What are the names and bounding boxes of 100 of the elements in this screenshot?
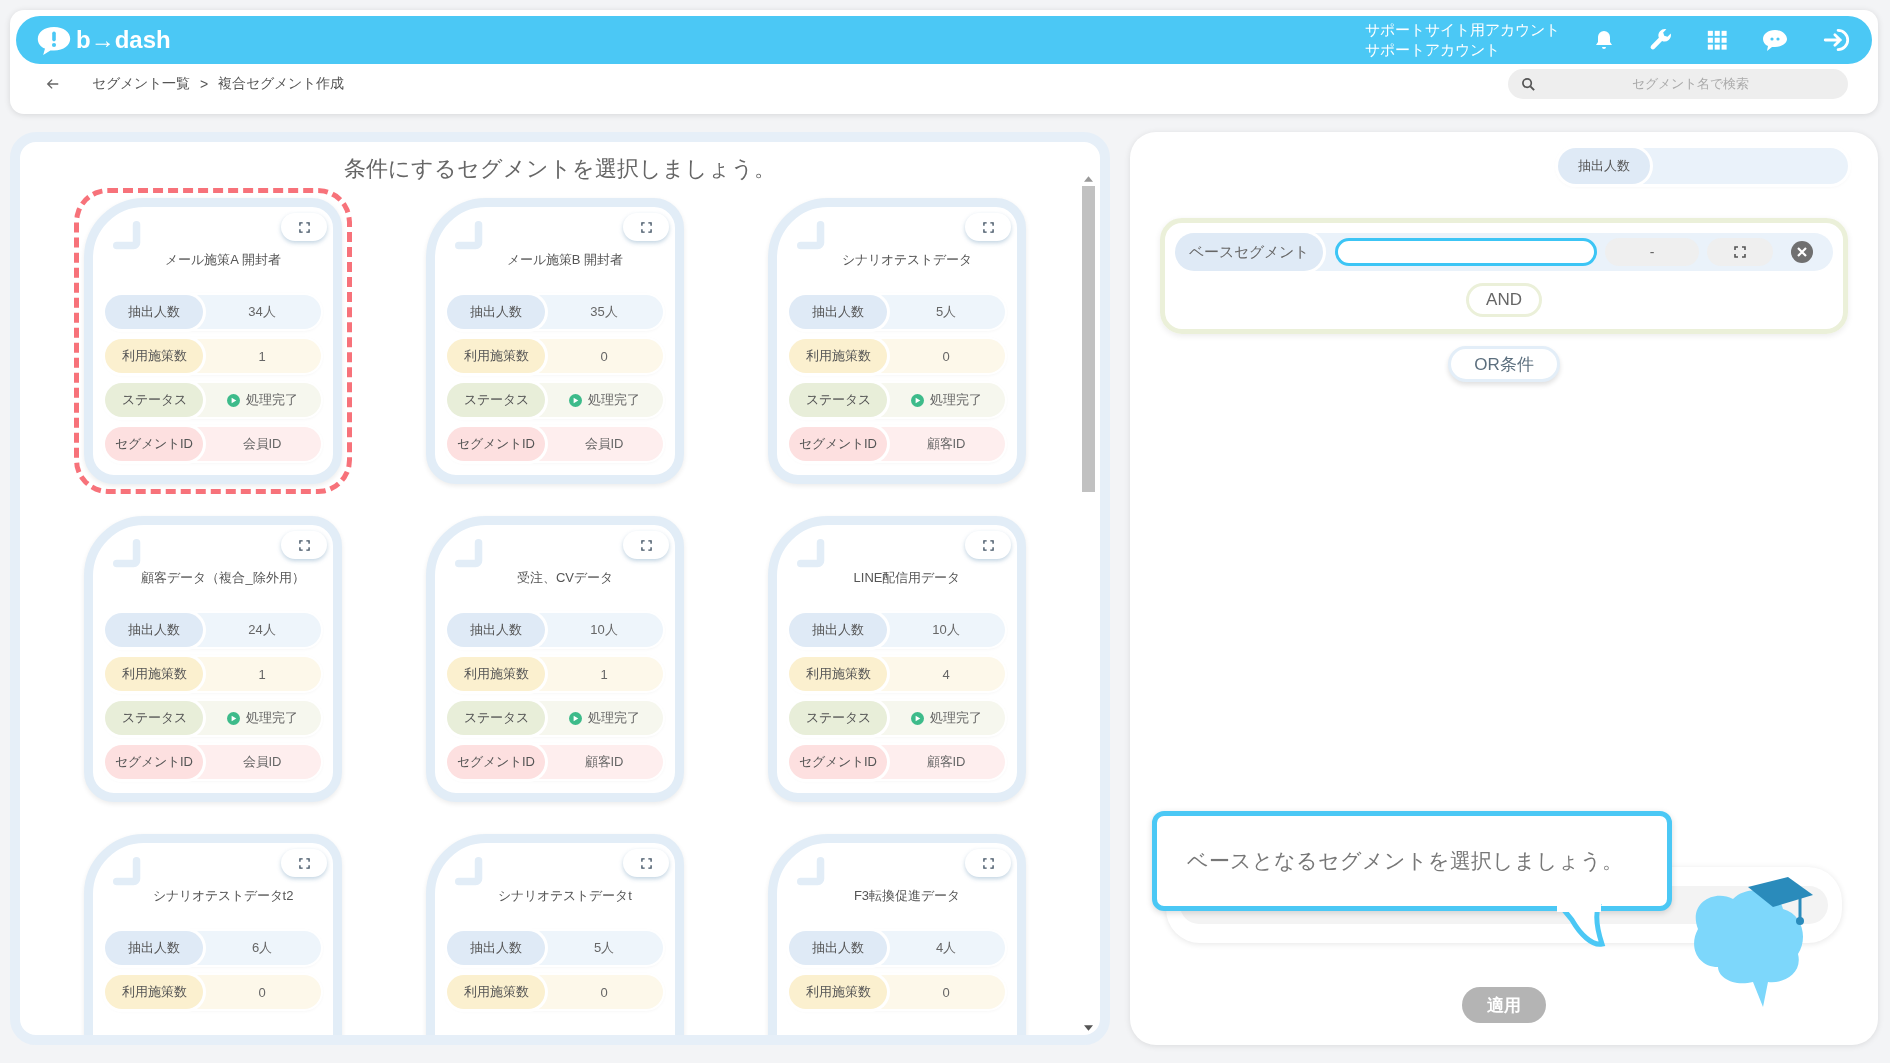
play-icon bbox=[568, 393, 582, 407]
stat-label: セグメントID bbox=[447, 745, 545, 779]
stat-label: セグメントID bbox=[447, 427, 545, 461]
stat-value: 34人 bbox=[248, 303, 276, 321]
segment-name: 顧客データ（複合_除外用） bbox=[140, 569, 306, 587]
segment-card[interactable]: 顧客データ（複合_除外用） 抽出人数 24人 利用施策数 1 ステータス 処理完了 セグメントID 会員ID bbox=[84, 516, 342, 802]
stat-label: 利用施策数 bbox=[789, 975, 887, 1009]
stat-value: 会員ID bbox=[584, 435, 624, 453]
expand-button[interactable] bbox=[623, 849, 669, 877]
expand-button[interactable] bbox=[965, 213, 1011, 241]
logout-icon[interactable] bbox=[1822, 27, 1852, 53]
play-icon bbox=[910, 711, 924, 725]
stat-label: 利用施策数 bbox=[447, 657, 545, 691]
stat-label: 抽出人数 bbox=[447, 613, 545, 647]
stat-value: 顧客ID bbox=[584, 753, 624, 771]
stat-label: セグメントID bbox=[789, 745, 887, 779]
segment-name: メール施策B 開封者 bbox=[505, 251, 625, 269]
expand-button[interactable] bbox=[965, 531, 1011, 559]
stat-value: 処理完了 bbox=[245, 391, 298, 409]
stat-value: 処理完了 bbox=[587, 709, 640, 727]
stat-label: セグメントID bbox=[105, 745, 203, 779]
breadcrumb-separator: > bbox=[200, 76, 209, 92]
stat-label: 利用施策数 bbox=[789, 657, 887, 691]
segment-card[interactable]: メール施策B 開封者 抽出人数 35人 利用施策数 0 ステータス 処理完了 セグメントID 会員ID bbox=[426, 198, 684, 484]
hint-text: ベースとなるセグメントを選択しましょう。 bbox=[1187, 848, 1623, 874]
segment-name: シナリオテストデータt2 bbox=[151, 887, 295, 905]
stat-value: 処理完了 bbox=[587, 391, 640, 409]
stat-label: ステータス bbox=[447, 383, 545, 417]
segment-card[interactable]: シナリオテストデータt2 抽出人数 6人 利用施策数 0 bbox=[84, 834, 342, 1035]
segment-name: シナリオテストデータ bbox=[841, 251, 973, 269]
stat-value: 24人 bbox=[248, 621, 276, 639]
stat-label: 抽出人数 bbox=[447, 931, 545, 965]
or-condition-button[interactable]: OR条件 bbox=[1448, 346, 1560, 382]
expand-button[interactable] bbox=[281, 531, 327, 559]
segment-name: シナリオテストデータt bbox=[497, 887, 633, 905]
stat-value: 会員ID bbox=[242, 753, 282, 771]
stat-value: 処理完了 bbox=[245, 709, 298, 727]
stat-value: 35人 bbox=[590, 303, 618, 321]
segment-name: F3転換促進データ bbox=[852, 887, 962, 905]
segment-card[interactable]: メール施策A 開封者 抽出人数 34人 利用施策数 1 ステータス 処理完了 セグメントID 会員ID bbox=[84, 198, 342, 484]
segment-card[interactable]: シナリオテストデータt 抽出人数 5人 利用施策数 0 bbox=[426, 834, 684, 1035]
segment-name: 受注、CVデータ bbox=[515, 569, 615, 587]
expand-button[interactable] bbox=[1707, 238, 1773, 266]
stat-label: 抽出人数 bbox=[789, 295, 887, 329]
stat-label: 抽出人数 bbox=[105, 295, 203, 329]
speech-bubble-icon bbox=[36, 24, 72, 56]
expand-icon bbox=[298, 539, 310, 551]
segment-card[interactable]: 受注、CVデータ 抽出人数 10人 利用施策数 1 ステータス 処理完了 セグメントID 顧客ID bbox=[426, 516, 684, 802]
stat-value: 0 bbox=[942, 984, 950, 1000]
play-icon bbox=[226, 393, 240, 407]
segment-card[interactable]: シナリオテストデータ 抽出人数 5人 利用施策数 0 ステータス 処理完了 セグメントID 顧客ID bbox=[768, 198, 1026, 484]
stat-value: 処理完了 bbox=[929, 391, 982, 409]
stat-value: 1 bbox=[258, 666, 266, 682]
stat-label: 利用施策数 bbox=[789, 339, 887, 373]
search-field[interactable]: セグメント名で検索 bbox=[1508, 69, 1848, 99]
stat-value: 顧客ID bbox=[926, 435, 966, 453]
expand-button[interactable] bbox=[965, 849, 1011, 877]
breadcrumb-link[interactable]: セグメント一覧 bbox=[92, 75, 190, 93]
stat-label: 抽出人数 bbox=[105, 931, 203, 965]
expand-button[interactable] bbox=[623, 213, 669, 241]
expand-icon bbox=[298, 221, 310, 233]
expand-button[interactable] bbox=[281, 213, 327, 241]
stat-value: 0 bbox=[600, 348, 608, 364]
grid-icon[interactable] bbox=[1706, 29, 1728, 51]
stat-label: ステータス bbox=[789, 701, 887, 735]
stat-label: ステータス bbox=[105, 383, 203, 417]
stat-label: 利用施策数 bbox=[105, 657, 203, 691]
expand-icon bbox=[640, 221, 652, 233]
stat-value: 0 bbox=[258, 984, 266, 1000]
back-arrow-icon[interactable] bbox=[46, 77, 60, 91]
scroll-up-icon[interactable] bbox=[1083, 176, 1093, 182]
close-icon[interactable] bbox=[1791, 241, 1813, 263]
play-icon bbox=[226, 711, 240, 725]
chat-icon[interactable] bbox=[1760, 27, 1790, 53]
stat-label: ステータス bbox=[447, 701, 545, 735]
base-segment-label: ベースセグメント bbox=[1175, 233, 1323, 271]
expand-button[interactable] bbox=[281, 849, 327, 877]
search-icon bbox=[1521, 77, 1536, 92]
stat-value: 1 bbox=[600, 666, 608, 682]
stat-value: 10人 bbox=[932, 621, 960, 639]
stat-label: 利用施策数 bbox=[105, 339, 203, 373]
stat-value: 0 bbox=[942, 348, 950, 364]
stat-label: セグメントID bbox=[105, 427, 203, 461]
segment-input[interactable] bbox=[1335, 238, 1597, 266]
expand-icon bbox=[982, 857, 994, 869]
scrollbar[interactable] bbox=[1080, 176, 1096, 1031]
stat-label: 利用施策数 bbox=[105, 975, 203, 1009]
segment-card[interactable]: F3転換促進データ 抽出人数 4人 利用施策数 0 bbox=[768, 834, 1026, 1035]
stat-value: 0 bbox=[600, 984, 608, 1000]
and-button[interactable]: AND bbox=[1466, 283, 1542, 317]
stat-value: 顧客ID bbox=[926, 753, 966, 771]
segment-card[interactable]: LINE配信用データ 抽出人数 10人 利用施策数 4 ステータス 処理完了 セグメントID 顧客ID bbox=[768, 516, 1026, 802]
account-name: サポートサイト用アカウント bbox=[1365, 21, 1560, 40]
expand-button[interactable] bbox=[623, 531, 669, 559]
scroll-down-icon[interactable] bbox=[1083, 1025, 1093, 1031]
stat-value: 5人 bbox=[935, 303, 957, 321]
scrollbar-thumb[interactable] bbox=[1081, 186, 1095, 492]
stat-value: 4人 bbox=[935, 939, 957, 957]
logo-text: b→dash bbox=[76, 26, 171, 54]
stat-label: 抽出人数 bbox=[789, 613, 887, 647]
